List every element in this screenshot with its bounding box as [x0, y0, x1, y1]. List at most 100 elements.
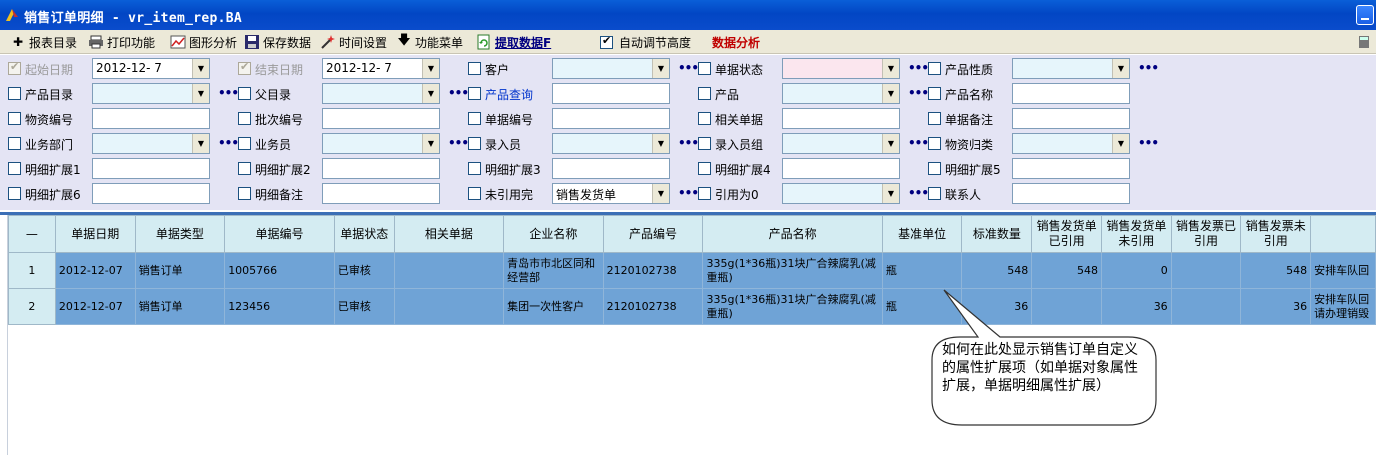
- column-header[interactable]: 相关单据: [393, 215, 505, 253]
- column-header[interactable]: 产品名称: [702, 215, 883, 253]
- table-row[interactable]: 2 2012-12-07 销售订单 123456 已审核 集团一次性客户 212010273…: [8, 288, 1376, 325]
- column-header[interactable]: 销售发货单已引用: [1031, 215, 1102, 253]
- filter-checkbox[interactable]: [698, 112, 711, 125]
- filter-combobox[interactable]: ▼: [782, 133, 900, 154]
- more-options-icon[interactable]: •••: [678, 186, 699, 200]
- report-catalog-button[interactable]: ✚ 报表目录: [10, 30, 77, 54]
- filter-checkbox[interactable]: [8, 60, 21, 75]
- filter-checkbox[interactable]: [238, 162, 251, 175]
- table-cell[interactable]: [1031, 288, 1102, 325]
- column-header[interactable]: 标准数量: [961, 215, 1033, 253]
- filter-checkbox[interactable]: [8, 187, 21, 200]
- filter-input[interactable]: [1012, 158, 1130, 179]
- filter-label[interactable]: 产品查询: [485, 86, 533, 103]
- column-header[interactable]: 基准单位: [881, 215, 963, 253]
- column-header[interactable]: 销售发货单未引用: [1100, 215, 1172, 253]
- table-cell[interactable]: 销售订单: [134, 252, 226, 289]
- table-cell[interactable]: 335g(1*36瓶)31块广合辣腐乳(减重瓶): [702, 252, 883, 289]
- filter-input[interactable]: [782, 158, 900, 179]
- toolbar-extra-icon[interactable]: [1356, 30, 1372, 54]
- row-number[interactable]: 1: [8, 252, 56, 289]
- table-cell[interactable]: 548: [1240, 252, 1312, 289]
- filter-input[interactable]: [782, 108, 900, 129]
- table-cell[interactable]: 1005766: [224, 252, 335, 289]
- dropdown-arrow-icon[interactable]: ▼: [652, 184, 669, 203]
- column-header[interactable]: —: [8, 215, 56, 253]
- filter-input[interactable]: [322, 158, 440, 179]
- filter-input[interactable]: [552, 83, 670, 104]
- more-options-icon[interactable]: •••: [1138, 136, 1159, 150]
- filter-input[interactable]: [92, 158, 210, 179]
- filter-checkbox[interactable]: [238, 137, 251, 150]
- filter-checkbox[interactable]: [238, 60, 251, 75]
- more-options-icon[interactable]: •••: [218, 86, 239, 100]
- table-cell[interactable]: 2120102738: [602, 288, 704, 325]
- more-options-icon[interactable]: •••: [678, 61, 699, 75]
- print-button[interactable]: 打印功能: [88, 30, 155, 54]
- auto-height-checkbox[interactable]: [600, 34, 613, 49]
- table-cell[interactable]: 瓶: [881, 288, 963, 325]
- filter-checkbox[interactable]: [468, 62, 481, 75]
- dropdown-arrow-icon[interactable]: ▼: [1112, 134, 1129, 153]
- column-header[interactable]: 产品编号: [602, 215, 704, 253]
- filter-input[interactable]: [552, 108, 670, 129]
- filter-combobox[interactable]: 2012-12- 7 ▼: [322, 58, 440, 79]
- filter-checkbox[interactable]: [468, 87, 481, 100]
- filter-combobox[interactable]: ▼: [552, 58, 670, 79]
- filter-checkbox[interactable]: [698, 62, 711, 75]
- dropdown-arrow-icon[interactable]: ▼: [652, 59, 669, 78]
- more-options-icon[interactable]: •••: [1138, 61, 1159, 75]
- minimize-button[interactable]: [1356, 5, 1374, 25]
- filter-checkbox[interactable]: [928, 162, 941, 175]
- more-options-icon[interactable]: •••: [908, 186, 929, 200]
- table-cell[interactable]: 2120102738: [602, 252, 704, 289]
- filter-checkbox[interactable]: [698, 162, 711, 175]
- table-cell[interactable]: 123456: [224, 288, 335, 325]
- dropdown-arrow-icon[interactable]: ▼: [192, 59, 209, 78]
- filter-combobox[interactable]: ▼: [1012, 58, 1130, 79]
- more-options-icon[interactable]: •••: [448, 86, 469, 100]
- dropdown-arrow-icon[interactable]: ▼: [882, 134, 899, 153]
- filter-checkbox[interactable]: [468, 162, 481, 175]
- more-options-icon[interactable]: •••: [448, 136, 469, 150]
- filter-checkbox[interactable]: [928, 187, 941, 200]
- filter-combobox[interactable]: ▼: [782, 58, 900, 79]
- filter-checkbox[interactable]: [238, 187, 251, 200]
- dropdown-arrow-icon[interactable]: ▼: [422, 84, 439, 103]
- table-cell[interactable]: [1170, 288, 1242, 325]
- table-cell[interactable]: 548: [961, 252, 1033, 289]
- filter-checkbox[interactable]: [698, 187, 711, 200]
- filter-combobox[interactable]: ▼: [782, 183, 900, 204]
- more-options-icon[interactable]: •••: [908, 86, 929, 100]
- filter-checkbox[interactable]: [928, 112, 941, 125]
- table-cell[interactable]: 36: [961, 288, 1033, 325]
- dropdown-arrow-icon[interactable]: ▼: [652, 134, 669, 153]
- save-data-button[interactable]: 保存数据: [244, 30, 311, 54]
- table-cell[interactable]: 2012-12-07: [54, 252, 136, 289]
- filter-combobox[interactable]: ▼: [322, 83, 440, 104]
- more-options-icon[interactable]: •••: [908, 136, 929, 150]
- table-cell[interactable]: 青岛市市北区同和经营部: [503, 252, 604, 289]
- fetch-data-button[interactable]: 提取数据F: [476, 30, 551, 54]
- filter-checkbox[interactable]: [468, 112, 481, 125]
- table-cell[interactable]: 销售订单: [134, 288, 226, 325]
- time-setting-button[interactable]: 时间设置: [320, 30, 387, 54]
- auto-height-toggle[interactable]: 自动调节高度: [600, 30, 691, 54]
- table-cell[interactable]: 集团一次性客户: [503, 288, 604, 325]
- table-cell[interactable]: 安排车队回: [1310, 252, 1376, 289]
- filter-input[interactable]: [322, 108, 440, 129]
- dropdown-arrow-icon[interactable]: ▼: [882, 184, 899, 203]
- filter-checkbox[interactable]: [8, 87, 21, 100]
- filter-checkbox[interactable]: [698, 137, 711, 150]
- column-header[interactable]: 单据状态: [333, 215, 395, 253]
- filter-checkbox[interactable]: [928, 62, 941, 75]
- filter-input[interactable]: [322, 183, 440, 204]
- table-cell[interactable]: [1170, 252, 1242, 289]
- filter-checkbox[interactable]: [8, 162, 21, 175]
- dropdown-arrow-icon[interactable]: ▼: [422, 134, 439, 153]
- filter-input[interactable]: [92, 108, 210, 129]
- dropdown-arrow-icon[interactable]: ▼: [882, 84, 899, 103]
- filter-checkbox[interactable]: [928, 137, 941, 150]
- table-cell[interactable]: 36: [1100, 288, 1172, 325]
- table-cell[interactable]: [393, 252, 505, 289]
